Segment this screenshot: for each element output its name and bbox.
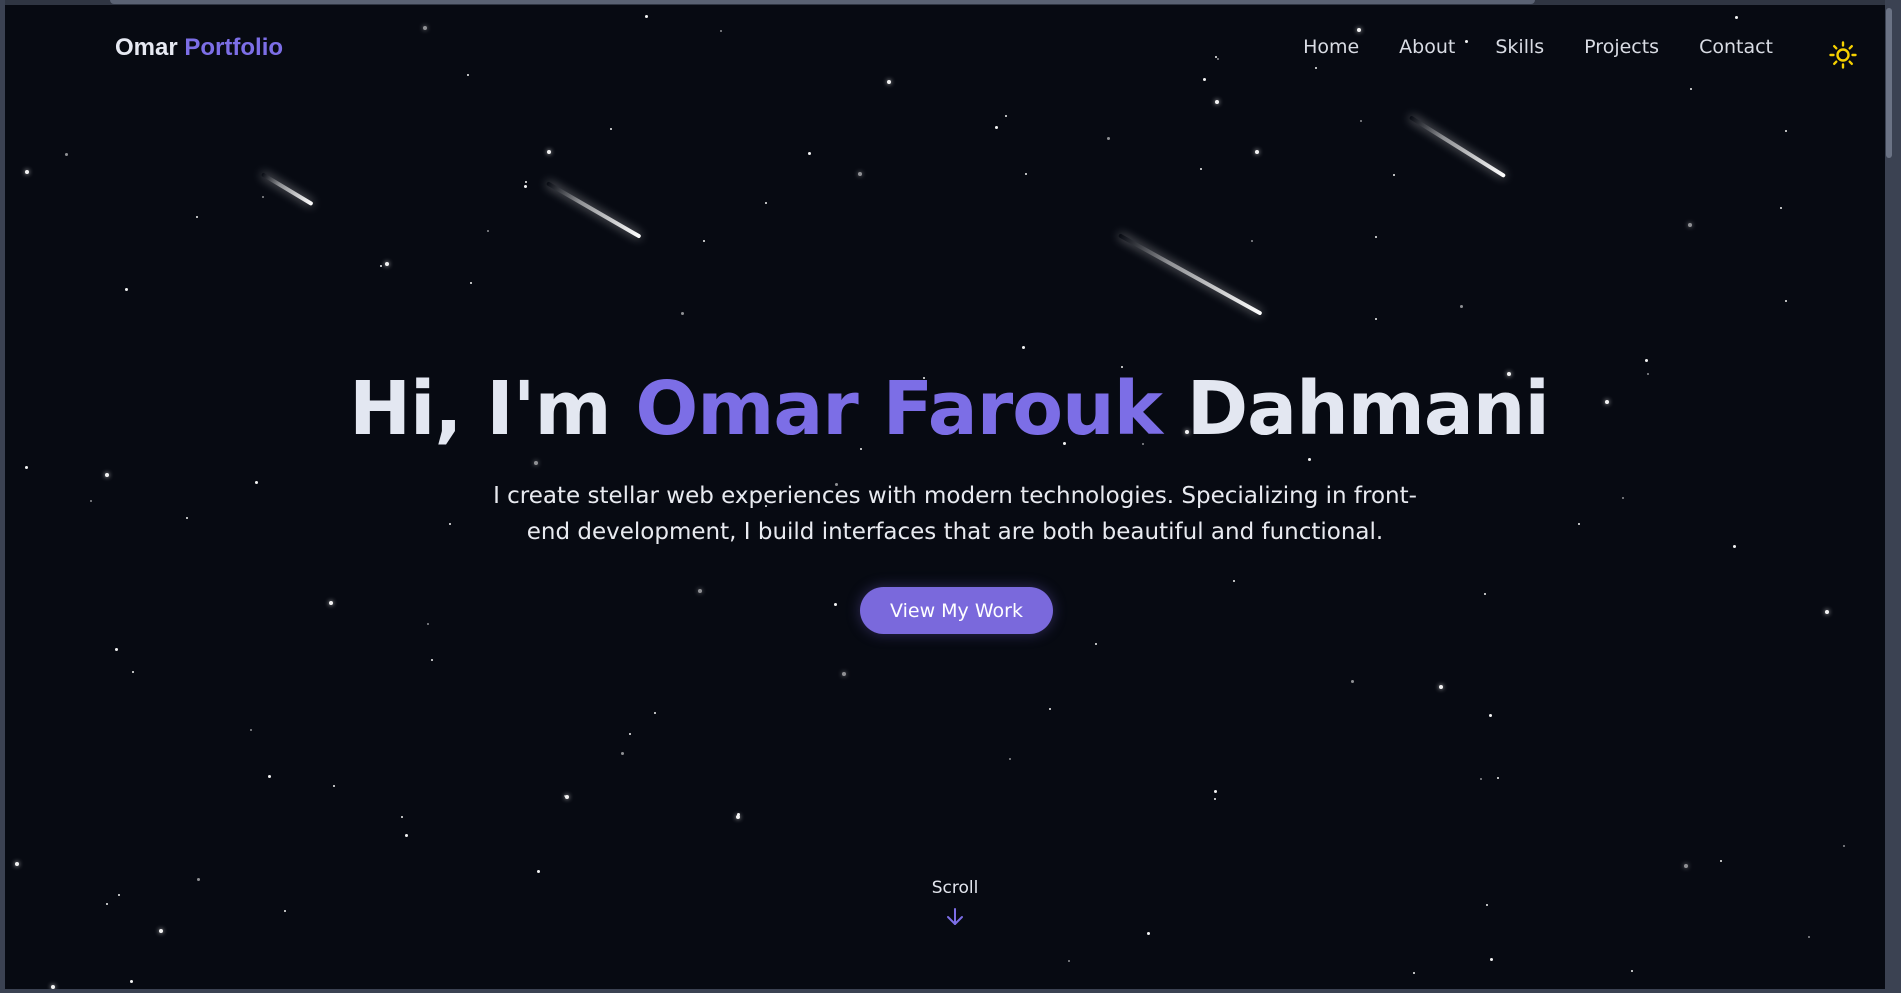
hero-section: Hi, I'm Omar Farouk Dahmani I create ste… <box>5 0 1893 989</box>
active-tab-edge <box>110 0 1535 4</box>
nav-link-contact[interactable]: Contact <box>1679 36 1793 58</box>
nav-link-about[interactable]: About <box>1379 36 1475 58</box>
brand-logo[interactable]: Omar Portfolio <box>115 34 283 62</box>
nav-link-home[interactable]: Home <box>1283 36 1379 58</box>
hero-title: Hi, I'm Omar Farouk Dahmani <box>5 366 1893 452</box>
hero-greeting: Hi, I'm <box>349 366 611 452</box>
nav-link-skills[interactable]: Skills <box>1475 36 1564 58</box>
hero-name-accent: Omar Farouk <box>635 366 1163 452</box>
top-navigation: Omar Portfolio Home About Skills Project… <box>5 0 1893 100</box>
brand-first-word: Omar <box>115 34 178 61</box>
sun-icon <box>1829 41 1857 69</box>
arrow-down-icon <box>947 908 963 925</box>
hero-subtitle: I create stellar web experiences with mo… <box>493 483 1417 545</box>
theme-toggle-button[interactable] <box>1828 40 1858 70</box>
scroll-label: Scroll <box>931 878 979 898</box>
nav-links: Home About Skills Projects Contact <box>1283 36 1793 58</box>
window-top-frame <box>5 0 1893 5</box>
hero-name-rest: Dahmani <box>1186 366 1550 452</box>
scrollbar-thumb[interactable] <box>1886 8 1892 158</box>
brand-second-word: Portfolio <box>184 34 284 61</box>
browser-viewport: Omar Portfolio Home About Skills Project… <box>0 0 1901 993</box>
page-scrollbar[interactable] <box>1885 0 1893 989</box>
nav-link-projects[interactable]: Projects <box>1564 36 1679 58</box>
scroll-indicator[interactable]: Scroll <box>905 878 1005 928</box>
view-my-work-button[interactable]: View My Work <box>860 587 1053 634</box>
